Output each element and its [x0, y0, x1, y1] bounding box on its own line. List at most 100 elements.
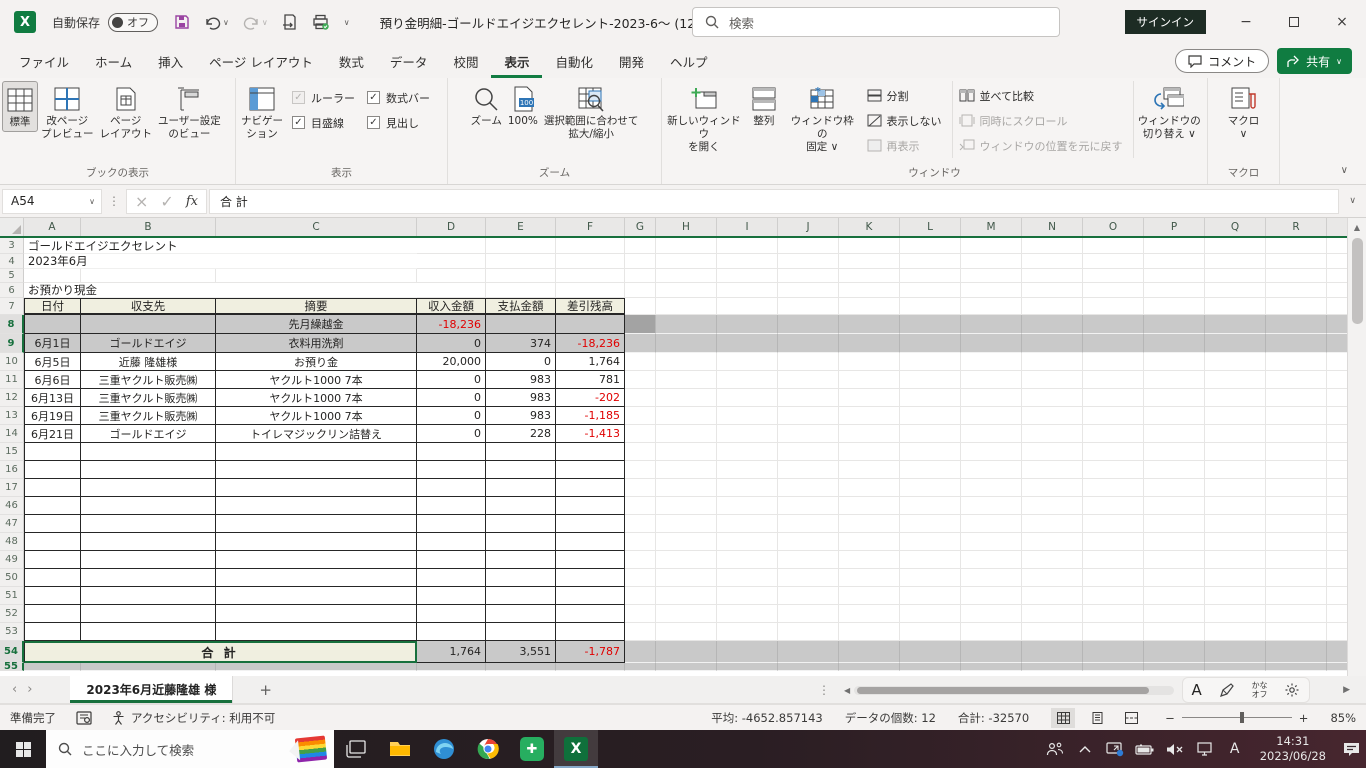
table-cell[interactable]: -18,236	[417, 315, 486, 334]
excel-app-icon[interactable]: X	[14, 11, 36, 33]
empty-cell[interactable]	[1327, 353, 1347, 371]
table-cell[interactable]: 983	[486, 389, 556, 407]
empty-cell[interactable]	[1022, 389, 1083, 407]
empty-cell[interactable]	[1083, 269, 1144, 283]
empty-cell[interactable]	[717, 371, 778, 389]
chrome-button[interactable]	[466, 730, 510, 768]
table-cell[interactable]: -18,236	[556, 334, 625, 353]
empty-cell[interactable]	[900, 605, 961, 623]
empty-cell[interactable]	[839, 569, 900, 587]
empty-cell[interactable]	[1083, 238, 1144, 254]
empty-cell[interactable]	[961, 425, 1022, 443]
empty-cell[interactable]	[900, 315, 961, 334]
empty-cell[interactable]	[1083, 479, 1144, 497]
empty-cell[interactable]	[961, 298, 1022, 315]
empty-cell[interactable]	[1266, 497, 1327, 515]
zoom-button[interactable]: ズーム	[468, 81, 505, 130]
macros-button[interactable]: マクロ ∨	[1225, 81, 1263, 143]
empty-cell[interactable]	[1205, 497, 1266, 515]
empty-cell[interactable]	[839, 641, 900, 663]
table-cell[interactable]	[486, 623, 556, 641]
empty-cell[interactable]	[839, 315, 900, 334]
empty-cell[interactable]	[961, 283, 1022, 298]
empty-cell[interactable]	[1205, 605, 1266, 623]
column-header-B[interactable]: B	[81, 218, 216, 236]
empty-cell[interactable]	[1144, 407, 1205, 425]
empty-cell[interactable]	[1083, 515, 1144, 533]
table-cell[interactable]	[216, 515, 417, 533]
empty-cell[interactable]	[656, 298, 717, 315]
zoom-in-icon[interactable]: +	[1299, 711, 1309, 725]
column-header-A[interactable]: A	[24, 218, 81, 236]
empty-cell[interactable]	[1266, 371, 1327, 389]
table-cell[interactable]	[417, 497, 486, 515]
column-header-E[interactable]: E	[486, 218, 556, 236]
empty-cell[interactable]	[1205, 334, 1266, 353]
empty-cell[interactable]	[1205, 389, 1266, 407]
table-cell[interactable]: 20,000	[417, 353, 486, 371]
table-cell[interactable]	[486, 479, 556, 497]
table-cell[interactable]	[486, 605, 556, 623]
empty-cell[interactable]	[839, 407, 900, 425]
table-cell[interactable]	[556, 533, 625, 551]
empty-cell[interactable]	[1205, 353, 1266, 371]
empty-cell[interactable]	[717, 353, 778, 371]
empty-cell[interactable]	[1022, 587, 1083, 605]
empty-cell[interactable]	[625, 461, 656, 479]
empty-cell[interactable]	[1022, 269, 1083, 283]
zoom-to-selection-button[interactable]: 選択範囲に合わせて 拡大/縮小	[541, 81, 642, 143]
empty-cell[interactable]	[1083, 407, 1144, 425]
table-cell[interactable]	[556, 443, 625, 461]
total-value-cell[interactable]: 1,764	[417, 641, 486, 663]
zoom-out-icon[interactable]: −	[1165, 711, 1175, 725]
empty-cell[interactable]	[656, 389, 717, 407]
table-cell[interactable]	[216, 479, 417, 497]
row-header-11[interactable]: 11	[0, 371, 24, 389]
empty-cell[interactable]	[717, 663, 778, 671]
empty-cell[interactable]	[778, 334, 839, 353]
column-header-K[interactable]: K	[839, 218, 900, 236]
empty-cell[interactable]	[839, 623, 900, 641]
ribbon-tab-help[interactable]: ヘルプ	[657, 44, 721, 78]
row-header-14[interactable]: 14	[0, 425, 24, 443]
empty-cell[interactable]	[1266, 551, 1327, 569]
empty-cell[interactable]	[900, 334, 961, 353]
empty-cell[interactable]	[1144, 315, 1205, 334]
table-cell[interactable]	[216, 587, 417, 605]
ime-pen-icon[interactable]	[1219, 682, 1235, 698]
empty-cell[interactable]	[656, 371, 717, 389]
empty-cell[interactable]	[900, 238, 961, 254]
table-header-cell[interactable]: 日付	[24, 298, 81, 315]
column-header-F[interactable]: F	[556, 218, 625, 236]
empty-cell[interactable]	[625, 254, 656, 269]
empty-cell[interactable]	[556, 238, 625, 254]
arrange-all-button[interactable]: 整列	[744, 81, 784, 130]
row-header-5[interactable]: 5	[0, 269, 24, 283]
restore-icon[interactable]	[1270, 0, 1318, 44]
zoom-slider[interactable]: − +	[1165, 711, 1308, 725]
empty-cell[interactable]	[625, 283, 656, 298]
empty-cell[interactable]	[1327, 497, 1347, 515]
ime-mode-indicator[interactable]: A	[1220, 730, 1250, 768]
table-cell[interactable]: 6月6日	[24, 371, 81, 389]
empty-cell[interactable]	[1083, 334, 1144, 353]
empty-cell[interactable]	[625, 315, 656, 334]
row-header-3[interactable]: 3	[0, 238, 24, 254]
empty-cell[interactable]	[1083, 371, 1144, 389]
empty-cell[interactable]	[1205, 238, 1266, 254]
empty-cell[interactable]	[1327, 623, 1347, 641]
empty-cell[interactable]	[778, 425, 839, 443]
empty-cell[interactable]	[839, 551, 900, 569]
empty-cell[interactable]	[1022, 315, 1083, 334]
empty-cell[interactable]	[778, 497, 839, 515]
empty-cell[interactable]	[717, 425, 778, 443]
table-cell[interactable]	[81, 315, 216, 334]
empty-cell[interactable]	[961, 605, 1022, 623]
table-cell[interactable]	[486, 497, 556, 515]
share-button[interactable]: 共有 ∨	[1277, 48, 1352, 74]
empty-cell[interactable]	[1144, 605, 1205, 623]
empty-cell[interactable]	[625, 641, 656, 663]
empty-cell[interactable]	[778, 605, 839, 623]
zoom-level[interactable]: 85%	[1330, 711, 1356, 725]
empty-cell[interactable]	[1327, 641, 1347, 663]
